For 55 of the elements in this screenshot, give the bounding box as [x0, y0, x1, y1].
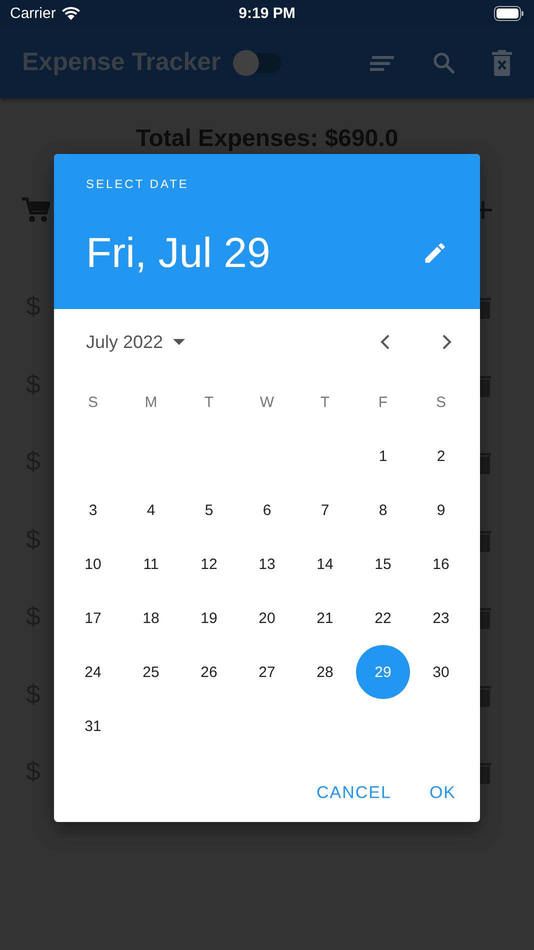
calendar-day[interactable]: 18 [124, 591, 178, 645]
calendar-day[interactable]: 26 [182, 645, 236, 699]
dollar-icon: $ [26, 678, 40, 708]
calendar-day[interactable]: 28 [298, 645, 352, 699]
dollar-icon: $ [26, 446, 40, 476]
month-dropdown[interactable]: July 2022 [86, 332, 186, 352]
status-time: 9:19 PM [238, 5, 296, 22]
next-month-icon[interactable] [442, 334, 452, 350]
carrier-name: Carrier [10, 5, 56, 22]
weekday-label: T [204, 394, 214, 410]
calendar-day[interactable]: 11 [124, 537, 178, 591]
calendar-day[interactable]: 3 [66, 483, 120, 537]
calendar-day[interactable]: 25 [124, 645, 178, 699]
calendar-day[interactable]: 21 [298, 591, 352, 645]
calendar-day[interactable]: 22 [356, 591, 410, 645]
calendar-day[interactable]: 31 [66, 699, 120, 753]
calendar-day[interactable]: 15 [356, 537, 410, 591]
calendar-day[interactable]: 16 [414, 537, 468, 591]
weekday-label: T [320, 394, 330, 410]
weekday-label: W [260, 394, 274, 410]
calendar-day[interactable]: 14 [298, 537, 352, 591]
calendar-day[interactable]: 5 [182, 483, 236, 537]
dollar-icon: $ [26, 291, 40, 321]
calendar-day[interactable]: 4 [124, 483, 178, 537]
calendar-day[interactable]: 7 [298, 483, 352, 537]
calendar-day[interactable]: 1 [356, 429, 410, 483]
calendar-day[interactable]: 19 [182, 591, 236, 645]
calendar-day[interactable]: 23 [414, 591, 468, 645]
calendar-day[interactable]: 27 [240, 645, 294, 699]
calendar-day[interactable]: 2 [414, 429, 468, 483]
calendar-day[interactable]: 10 [66, 537, 120, 591]
battery-icon [494, 6, 524, 21]
dialog-heading: SELECT DATE [86, 177, 190, 191]
calendar-day[interactable]: 12 [182, 537, 236, 591]
calendar-day[interactable]: 20 [240, 591, 294, 645]
weekday-label: S [436, 394, 446, 410]
weekday-label: M [144, 394, 158, 410]
dollar-icon: $ [26, 756, 40, 786]
calendar-day[interactable]: 30 [414, 645, 468, 699]
calendar-day[interactable]: 6 [240, 483, 294, 537]
calendar-day[interactable]: 8 [356, 483, 410, 537]
caret-icon [173, 339, 186, 345]
calendar-day[interactable]: 13 [240, 537, 294, 591]
previous-month-icon[interactable] [380, 334, 390, 350]
theme-toggle[interactable] [234, 52, 281, 72]
weekday-label: S [88, 394, 98, 410]
calendar-day[interactable]: 24 [66, 645, 120, 699]
wifi-icon [60, 6, 81, 21]
dollar-icon: $ [26, 368, 40, 398]
dollar-icon: $ [26, 601, 40, 631]
dollar-icon: $ [26, 524, 40, 554]
calendar-day[interactable]: 9 [414, 483, 468, 537]
weekday-label: F [378, 394, 388, 410]
calendar-day[interactable]: 17 [66, 591, 120, 645]
selected-date: Fri, Jul 29 [86, 229, 270, 277]
